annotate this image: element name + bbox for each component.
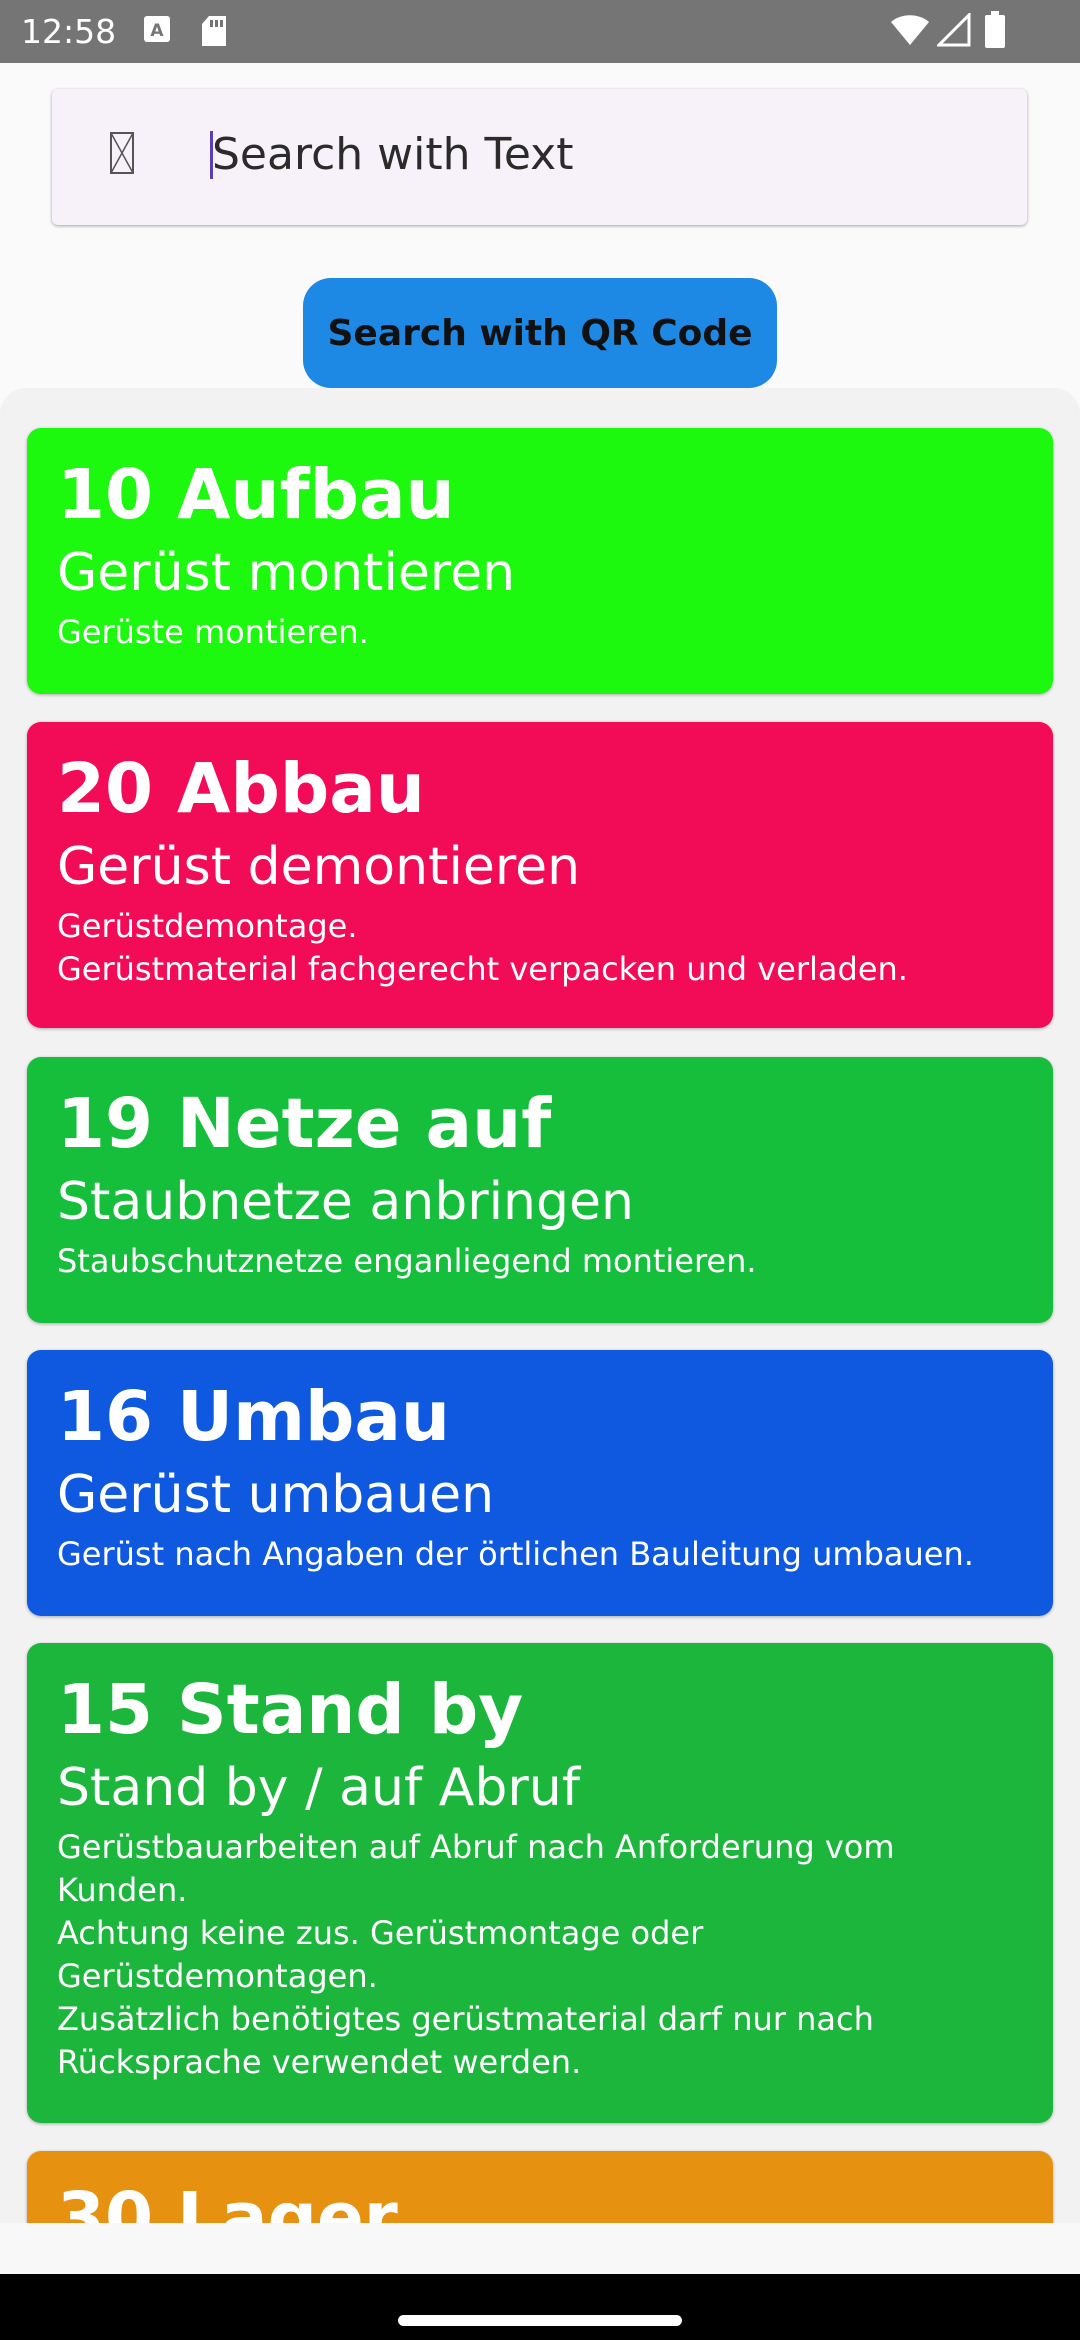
- card-subtitle: Gerüst umbauen: [57, 1465, 495, 1525]
- card-title: 20 Abbau: [57, 749, 425, 829]
- card-title: 16 Umbau: [57, 1377, 451, 1457]
- signal-icon: [935, 11, 971, 51]
- card-subtitle: Staubnetze anbringen: [57, 1172, 634, 1232]
- search-input[interactable]: Search with Text: [212, 127, 573, 183]
- card-description: Gerüstdemontage. Gerüstmaterial fachgere…: [57, 907, 908, 988]
- task-card-netze-auf[interactable]: 19 Netze auf Staubnetze anbringen Staubs…: [27, 1057, 1053, 1323]
- search-qr-button[interactable]: Search with QR Code: [303, 278, 777, 388]
- search-field[interactable]: Search with Text: [52, 89, 1027, 225]
- status-bar: 12:58 A: [0, 0, 1080, 63]
- card-title: 10 Aufbau: [57, 455, 455, 535]
- wifi-icon: [890, 13, 930, 51]
- task-card-abbau[interactable]: 20 Abbau Gerüst demontieren Gerüstdemont…: [27, 722, 1053, 1028]
- svg-text:A: A: [150, 21, 164, 41]
- home-indicator[interactable]: [398, 2315, 682, 2326]
- card-subtitle: Gerüst demontieren: [57, 837, 581, 897]
- task-card-stand-by[interactable]: 15 Stand by Stand by / auf Abruf Gerüstb…: [27, 1643, 1053, 2123]
- task-card-umbau[interactable]: 16 Umbau Gerüst umbauen Gerüst nach Anga…: [27, 1350, 1053, 1616]
- card-title: 19 Netze auf: [57, 1084, 552, 1164]
- task-list[interactable]: 10 Aufbau Gerüst montieren Gerüste monti…: [0, 388, 1080, 2223]
- card-description: Gerüste montieren.: [57, 613, 369, 651]
- card-description: Gerüstbauarbeiten auf Abruf nach Anforde…: [57, 1828, 895, 2081]
- bottom-spacer: [0, 2223, 1080, 2274]
- task-card-aufbau[interactable]: 10 Aufbau Gerüst montieren Gerüste monti…: [27, 428, 1053, 694]
- card-title: 30 Lager: [57, 2178, 398, 2223]
- status-time: 12:58: [21, 12, 117, 51]
- card-subtitle: Gerüst montieren: [57, 543, 516, 603]
- task-card-lager[interactable]: 30 Lager: [27, 2151, 1053, 2223]
- search-icon: [108, 129, 136, 177]
- card-subtitle: Stand by / auf Abruf: [57, 1758, 580, 1818]
- battery-icon: [984, 11, 1006, 53]
- card-description: Gerüst nach Angaben der örtlichen Baulei…: [57, 1535, 974, 1573]
- font-download-icon: A: [143, 14, 171, 50]
- card-description: Staubschutznetze enganliegend montieren.: [57, 1242, 757, 1280]
- card-title: 15 Stand by: [57, 1670, 524, 1750]
- sd-card-icon: [200, 14, 228, 52]
- navigation-bar: [0, 2274, 1080, 2340]
